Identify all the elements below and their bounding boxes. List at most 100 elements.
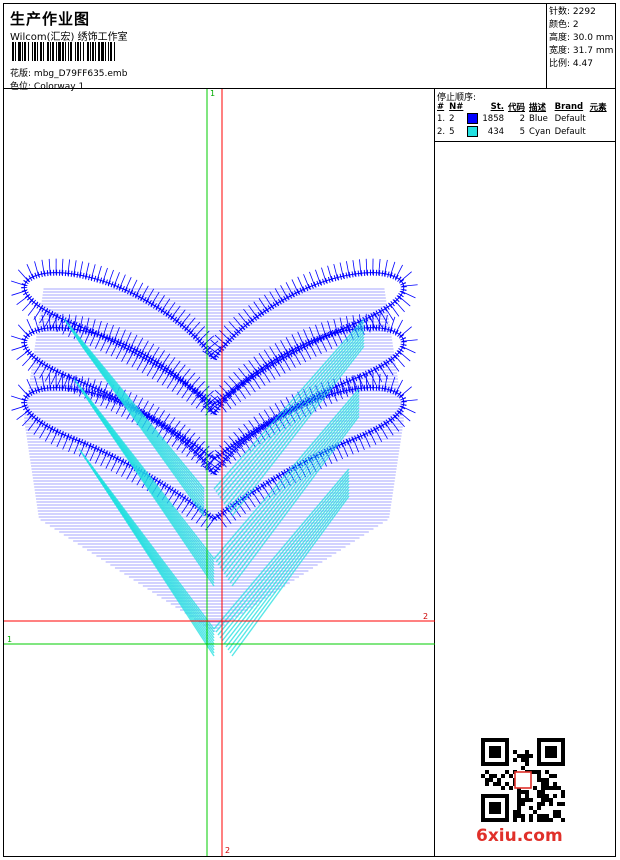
qr-finder-module <box>493 794 497 798</box>
qr-module <box>485 782 489 786</box>
fringe-stitch <box>90 379 96 395</box>
qr-finder-module <box>505 798 509 802</box>
qr-module <box>541 778 545 782</box>
qr-module <box>533 770 537 774</box>
fringe-stitch <box>179 368 191 382</box>
qr-module <box>505 770 509 774</box>
qr-module <box>541 782 545 786</box>
fringe-stitch <box>151 365 161 380</box>
qr-finder-module <box>481 818 485 822</box>
fringe-stitch <box>393 299 405 313</box>
qr-finder-module <box>501 762 505 766</box>
color-swatch <box>467 126 479 137</box>
qr-finder-module <box>537 738 541 742</box>
fringe-stitch <box>17 324 30 337</box>
qr-finder-module <box>489 754 493 758</box>
fringe-stitch <box>352 260 356 277</box>
qr-module <box>489 774 493 778</box>
qr-finder-module <box>537 746 541 750</box>
fringe-stitch <box>394 319 403 335</box>
fringe-stitch <box>197 385 210 398</box>
table-row: 1. 2 1858 2 Blue Default <box>437 113 586 124</box>
fringe-stitch <box>394 264 403 280</box>
qr-finder-module <box>537 742 541 746</box>
qr-module <box>545 770 549 774</box>
qr-module <box>545 786 549 790</box>
fringe-stitch <box>90 264 96 280</box>
fringe-stitch <box>150 291 160 306</box>
fringe-stitch <box>389 261 396 278</box>
fringe-stitch <box>33 361 43 375</box>
design-canvas: 1 1 2 2 <box>4 89 435 856</box>
fringe-stitch <box>84 443 92 459</box>
qr-module <box>545 782 549 786</box>
qr-finder-module <box>493 738 497 742</box>
red-axis-label-right: 2 <box>423 612 429 621</box>
fringe-stitch <box>246 378 256 393</box>
qr-finder-module <box>505 742 509 746</box>
fringe-stitch <box>22 353 34 367</box>
qr-finder-module <box>497 750 501 754</box>
qr-finder-module <box>541 738 545 742</box>
fringe-stitch <box>146 362 156 377</box>
qr-finder-module <box>485 738 489 742</box>
qr-module <box>485 778 489 782</box>
fringe-stitch <box>399 271 412 283</box>
qr-finder-module <box>497 794 501 798</box>
qr-logo-stamp <box>514 771 532 789</box>
fringe-stitch <box>22 298 34 312</box>
qr-module <box>541 802 545 806</box>
qr-finder-module <box>505 810 509 814</box>
fringe-stitch <box>393 354 405 368</box>
qr-finder-module <box>505 750 509 754</box>
qr-code <box>481 738 565 822</box>
fringe-stitch <box>11 290 27 296</box>
fringe-stitch <box>131 353 140 368</box>
qr-module <box>549 774 553 778</box>
qr-module <box>545 814 549 818</box>
stat-height: 高度: 30.0 mm <box>549 33 614 43</box>
qr-finder-module <box>485 794 489 798</box>
qr-module <box>525 754 529 758</box>
qr-module <box>513 810 517 814</box>
fringe-stitch <box>266 365 276 380</box>
qr-module <box>521 802 525 806</box>
qr-module <box>529 754 533 758</box>
qr-module <box>513 750 517 754</box>
col-index: # <box>437 102 445 112</box>
qr-finder-module <box>493 746 497 750</box>
qr-finder-module <box>545 750 549 754</box>
qr-module <box>561 818 565 822</box>
fringe-stitch <box>228 376 240 389</box>
qr-module <box>537 814 541 818</box>
qr-finder-module <box>505 762 509 766</box>
qr-module <box>553 782 557 786</box>
stat-stitches: 针数: 2292 <box>549 7 596 17</box>
qr-finder-module <box>497 818 501 822</box>
qr-module <box>537 802 541 806</box>
qr-module <box>481 774 485 778</box>
fringe-stitch <box>33 421 43 435</box>
fringe-stitch <box>56 432 64 448</box>
qr-finder-module <box>489 738 493 742</box>
qr-module <box>489 778 493 782</box>
fringe-stitch <box>145 288 155 303</box>
qr-module <box>545 818 549 822</box>
fringe-stitch <box>11 395 27 402</box>
qr-module <box>541 798 545 802</box>
qr-module <box>561 790 565 794</box>
qr-finder-module <box>537 754 541 758</box>
qr-finder-module <box>537 762 541 766</box>
qr-finder-module <box>561 742 565 746</box>
qr-finder-module <box>497 810 501 814</box>
qr-finder-module <box>489 750 493 754</box>
qr-finder-module <box>481 798 485 802</box>
qr-finder-module <box>481 746 485 750</box>
qr-module <box>525 762 529 766</box>
qr-module <box>525 790 529 794</box>
fringe-stitch <box>136 356 146 371</box>
fringe-stitch <box>161 371 171 386</box>
qr-module <box>493 782 497 786</box>
qr-finder-module <box>549 754 553 758</box>
qr-finder-module <box>553 746 557 750</box>
